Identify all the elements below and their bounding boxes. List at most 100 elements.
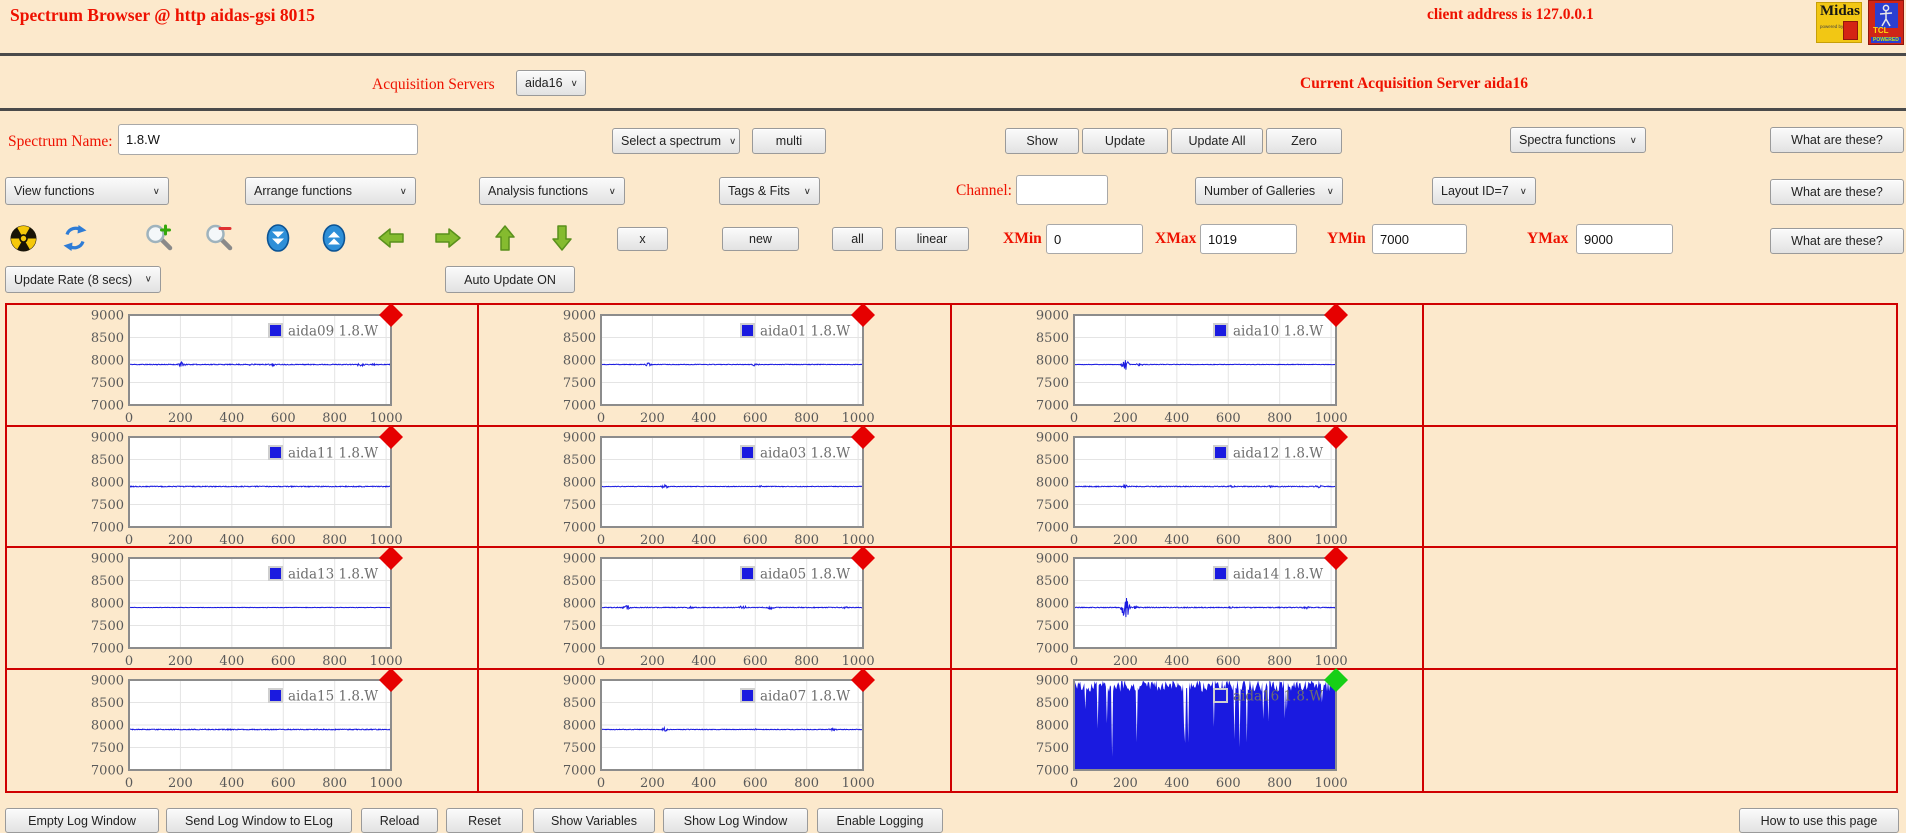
chart-cell-aida13[interactable]: 9000 8500 8000 7500 7000 0 200 400 600 800 1000 aid… [7, 546, 480, 670]
all-button[interactable]: all [832, 227, 883, 251]
svg-text:200: 200 [168, 411, 193, 426]
svg-text:aida13 1.8.W: aida13 1.8.W [288, 567, 378, 583]
arrange-functions-dropdown[interactable]: Arrange functions [245, 177, 416, 205]
how-to-use-button[interactable]: How to use this page [1739, 808, 1899, 833]
linear-button[interactable]: linear [895, 227, 969, 251]
svg-text:0: 0 [125, 533, 133, 548]
svg-text:7500: 7500 [1035, 376, 1068, 391]
chart-cell-aida10[interactable]: 9000 8500 8000 7500 7000 0 200 400 600 800 1000 aid… [951, 303, 1424, 427]
svg-text:400: 400 [692, 776, 717, 791]
auto-update-button[interactable]: Auto Update ON [445, 266, 575, 293]
chart-cell-aida11[interactable]: 9000 8500 8000 7500 7000 0 200 400 600 800 1000 aid… [7, 424, 480, 548]
current-server-text: Current Acquisition Server aida16 [1300, 75, 1529, 92]
spectrum-chart-aida05[interactable]: 9000 8500 8000 7500 70000 200 400 600 800 1000 aid… [563, 546, 883, 669]
scroll-up-icon[interactable] [319, 224, 349, 252]
refresh-icon[interactable] [60, 224, 90, 252]
svg-text:200: 200 [1113, 411, 1138, 426]
analysis-functions-dropdown[interactable]: Analysis functions [479, 177, 625, 205]
svg-text:aida15 1.8.W: aida15 1.8.W [288, 688, 378, 704]
svg-text:600: 600 [743, 776, 768, 791]
arrow-down-icon[interactable] [547, 224, 577, 252]
spectrum-chart-aida14[interactable]: 9000 8500 8000 7500 70000 200 400 600 800 1000 aid… [1035, 546, 1356, 669]
new-button[interactable]: new [722, 227, 799, 251]
svg-text:7500: 7500 [563, 741, 596, 756]
chart-cell-aida12[interactable]: 9000 8500 8000 7500 7000 0 200 400 600 800 1000 aid… [951, 424, 1424, 548]
what-are-these-button-3[interactable]: What are these? [1770, 228, 1904, 254]
svg-text:400: 400 [219, 411, 244, 426]
chart-cell-aida15[interactable]: 9000 8500 8000 7500 7000 0 200 400 600 800 1000 aid… [7, 667, 480, 791]
svg-text:0: 0 [1069, 411, 1077, 426]
view-functions-dropdown[interactable]: View functions [5, 177, 169, 205]
what-are-these-button-1[interactable]: What are these? [1770, 127, 1904, 153]
update-button[interactable]: Update [1082, 128, 1168, 154]
chart-cell-aida01[interactable]: 9000 8500 8000 7500 7000 0 200 400 600 800 1000 aid… [479, 303, 952, 427]
spectra-functions-dropdown[interactable]: Spectra functions [1510, 127, 1646, 153]
layout-id-dropdown[interactable]: Layout ID=7 [1432, 177, 1536, 205]
xmax-input[interactable] [1200, 224, 1297, 254]
send-log-window-to-elog-button[interactable]: Send Log Window to ELog [166, 808, 352, 833]
svg-text:200: 200 [1113, 776, 1138, 791]
reload-button[interactable]: Reload [361, 808, 438, 833]
zero-button[interactable]: Zero [1266, 128, 1342, 154]
enable-logging-button[interactable]: Enable Logging [817, 808, 943, 833]
spectrum-chart-aida01[interactable]: 9000 8500 8000 7500 70000 200 400 600 800 1000 aid… [563, 303, 883, 426]
select-spectrum-dropdown[interactable]: Select a spectrum [612, 128, 740, 154]
trace [129, 727, 391, 731]
spectrum-chart-aida10[interactable]: 9000 8500 8000 7500 70000 200 400 600 800 1000 aid… [1035, 303, 1356, 426]
spectrum-chart-aida07[interactable]: 9000 8500 8000 7500 70000 200 400 600 800 1000 aid… [563, 667, 883, 791]
x-button[interactable]: x [617, 227, 668, 251]
reset-button[interactable]: Reset [446, 808, 523, 833]
chart-cell-aida07[interactable]: 9000 8500 8000 7500 7000 0 200 400 600 800 1000 aid… [479, 667, 952, 791]
number-of-galleries-dropdown[interactable]: Number of Galleries [1195, 177, 1343, 205]
multi-button[interactable]: multi [752, 128, 826, 154]
spectrum-chart-aida09[interactable]: 9000 8500 8000 7500 70000 200 400 600 800 1000 aid… [91, 303, 411, 426]
svg-text:aida09 1.8.W: aida09 1.8.W [288, 324, 378, 340]
chart-cell-aida16[interactable]: 9000 8500 8000 7500 7000 0 200 400 600 800 1000 aid… [952, 667, 1424, 791]
svg-text:8000: 8000 [1035, 475, 1068, 490]
svg-text:7500: 7500 [91, 741, 124, 756]
svg-text:600: 600 [743, 411, 768, 426]
spectrum-name-input[interactable] [118, 124, 418, 155]
radiation-icon[interactable] [8, 224, 38, 252]
svg-text:1000: 1000 [842, 654, 875, 669]
what-are-these-button-2[interactable]: What are these? [1770, 179, 1904, 205]
svg-text:8500: 8500 [1035, 331, 1068, 346]
tags-fits-dropdown[interactable]: Tags & Fits [719, 177, 820, 205]
svg-text:8000: 8000 [91, 597, 124, 612]
scroll-down-icon[interactable] [263, 224, 293, 252]
chart-cell-aida09[interactable]: 9000 8500 8000 7500 7000 0 200 400 600 800 1000 aid… [7, 303, 480, 427]
arrow-right-icon[interactable] [433, 224, 463, 252]
acquisition-server-select[interactable]: aida16 [516, 70, 586, 96]
spectrum-chart-aida13[interactable]: 9000 8500 8000 7500 70000 200 400 600 800 1000 aid… [91, 546, 411, 669]
spectrum-chart-aida15[interactable]: 9000 8500 8000 7500 70000 200 400 600 800 1000 aid… [91, 667, 411, 791]
xmin-input[interactable] [1046, 224, 1143, 254]
chart-cell-aida14[interactable]: 9000 8500 8000 7500 7000 0 200 400 600 800 1000 aid… [951, 546, 1424, 670]
spectrum-chart-aida11[interactable]: 9000 8500 8000 7500 70000 200 400 600 800 1000 aid… [91, 424, 411, 548]
show-variables-button[interactable]: Show Variables [533, 808, 655, 833]
svg-text:200: 200 [640, 411, 665, 426]
chart-cell-aida05[interactable]: 9000 8500 8000 7500 7000 0 200 400 600 800 1000 aid… [479, 546, 952, 670]
show-button[interactable]: Show [1005, 128, 1079, 154]
update-rate-dropdown[interactable]: Update Rate (8 secs) [5, 266, 161, 293]
zoom-out-icon[interactable] [204, 224, 234, 252]
ymin-input[interactable] [1372, 224, 1467, 254]
svg-text:8500: 8500 [91, 696, 124, 711]
arrow-left-icon[interactable] [376, 224, 406, 252]
spectrum-chart-aida03[interactable]: 9000 8500 8000 7500 70000 200 400 600 800 1000 aid… [563, 424, 883, 548]
show-log-window-button[interactable]: Show Log Window [663, 808, 808, 833]
svg-text:8500: 8500 [91, 331, 124, 346]
zoom-in-icon[interactable] [144, 224, 174, 252]
svg-text:400: 400 [219, 533, 244, 548]
empty-log-window-button[interactable]: Empty Log Window [5, 808, 159, 833]
svg-text:9000: 9000 [1035, 552, 1068, 567]
ymax-input[interactable] [1576, 224, 1673, 254]
arrow-up-icon[interactable] [490, 224, 520, 252]
tcl-logo-subtitle: POWERED [1871, 37, 1901, 43]
update-all-button[interactable]: Update All [1171, 128, 1263, 154]
svg-text:9000: 9000 [563, 430, 596, 445]
chart-cell-aida03[interactable]: 9000 8500 8000 7500 7000 0 200 400 600 800 1000 aid… [479, 424, 952, 548]
channel-input[interactable] [1016, 175, 1108, 205]
svg-text:0: 0 [597, 654, 605, 669]
spectrum-chart-aida16[interactable]: 9000 8500 8000 7500 70000 200 400 600 800 1000 aid… [1035, 667, 1356, 791]
spectrum-chart-aida12[interactable]: 9000 8500 8000 7500 70000 200 400 600 800 1000 aid… [1035, 424, 1356, 548]
